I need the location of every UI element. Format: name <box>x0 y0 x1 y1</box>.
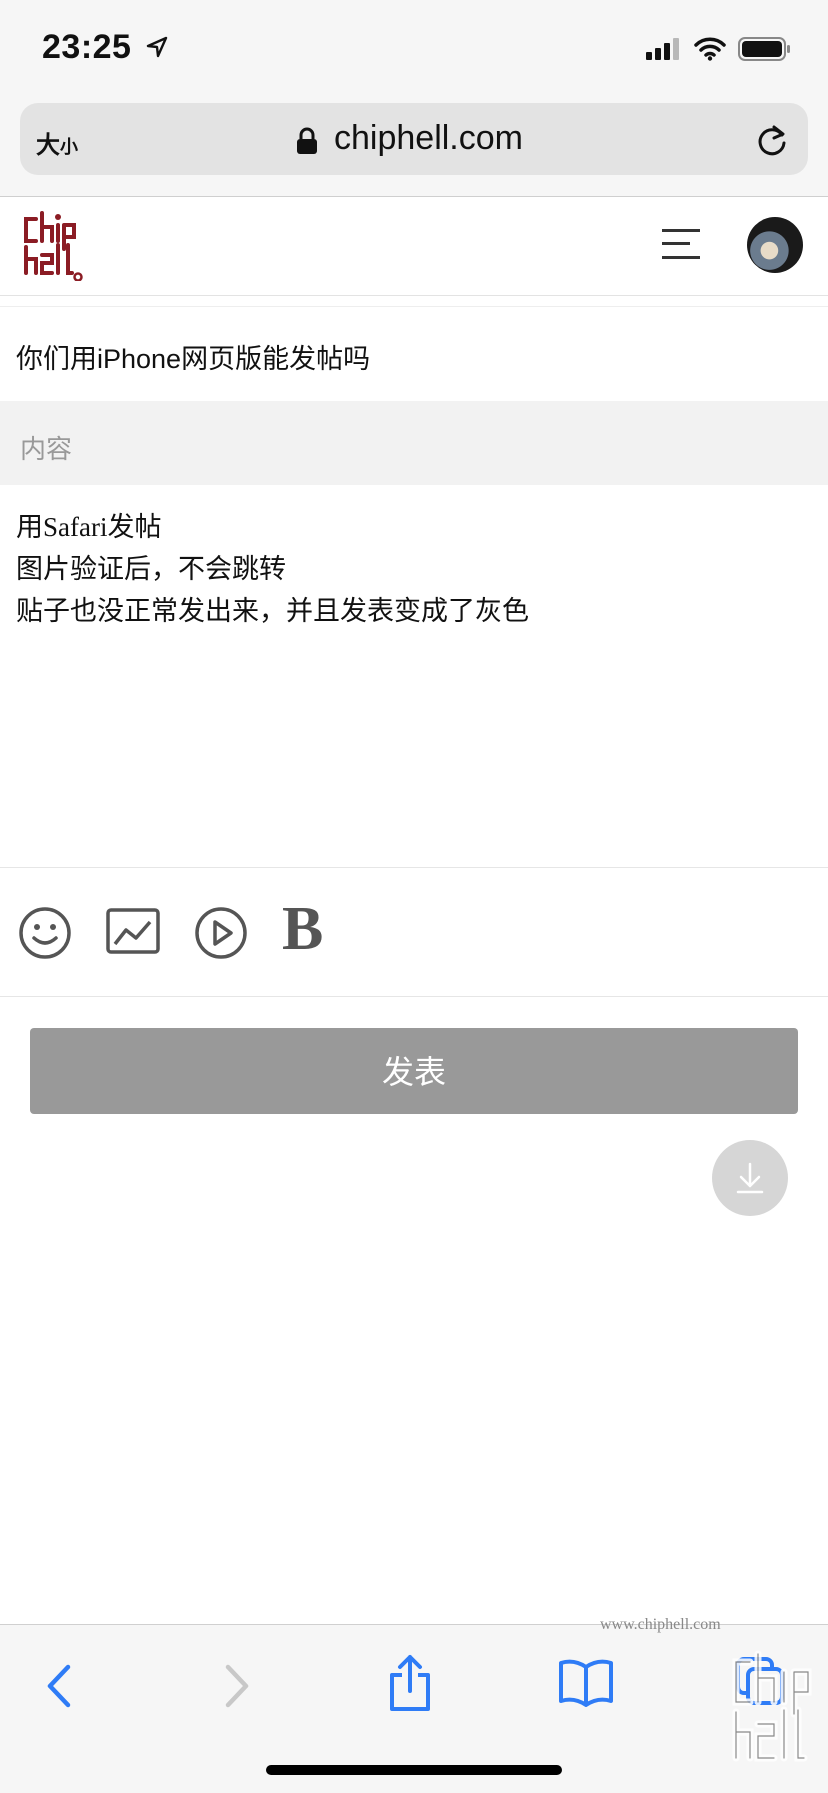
emoji-icon[interactable] <box>18 906 72 960</box>
watermark-text: www.chiphell.com <box>600 1616 721 1633</box>
status-time: 23:25 <box>42 28 132 66</box>
cellular-signal-icon <box>646 38 679 60</box>
content-label-row: 内容 <box>0 401 828 485</box>
share-icon[interactable] <box>386 1653 434 1713</box>
body-line: 用Safari发帖 <box>16 512 162 542</box>
lock-icon <box>297 127 317 154</box>
browser-bottom-toolbar <box>0 1624 828 1793</box>
body-line: 贴子也没正常发出来，并且发表变成了灰色 <box>16 596 529 626</box>
text-size-button[interactable]: 大小 <box>36 125 78 160</box>
user-avatar[interactable] <box>747 217 803 273</box>
content-label: 内容 <box>20 434 73 464</box>
submit-button[interactable]: 发表 <box>30 1028 798 1114</box>
back-icon[interactable] <box>40 1661 80 1711</box>
bookmarks-icon[interactable] <box>558 1657 614 1707</box>
video-play-icon[interactable] <box>194 906 248 960</box>
post-title: 你们用iPhone网页版能发帖吗 <box>16 344 371 374</box>
battery-icon <box>738 37 790 61</box>
forward-icon[interactable] <box>216 1661 256 1711</box>
image-icon[interactable] <box>106 906 160 956</box>
post-body-textarea[interactable]: 用Safari发帖 图片验证后，不会跳转 贴子也没正常发出来，并且发表变成了灰色 <box>0 485 828 868</box>
wifi-icon <box>694 37 726 61</box>
url-domain: chiphell.com <box>334 119 523 157</box>
address-bar[interactable]: 大小 chiphell.com <box>20 103 808 175</box>
body-line: 图片验证后，不会跳转 <box>16 554 286 584</box>
status-indicators <box>646 36 792 62</box>
editor-toolbar: B <box>0 868 828 997</box>
reload-icon[interactable] <box>754 123 790 159</box>
site-header <box>0 197 828 296</box>
home-indicator <box>266 1765 562 1775</box>
menu-icon[interactable] <box>662 227 700 261</box>
location-arrow-icon <box>146 36 168 58</box>
browser-address-area: 大小 chiphell.com <box>0 100 828 197</box>
watermark-logo <box>732 1650 812 1762</box>
download-icon <box>736 1162 764 1194</box>
download-button[interactable] <box>712 1140 788 1216</box>
post-title-field[interactable]: 你们用iPhone网页版能发帖吗 <box>0 306 828 402</box>
bold-button[interactable]: B <box>282 898 323 960</box>
status-bar: 23:25 <box>0 0 828 100</box>
chiphell-logo[interactable] <box>22 211 84 281</box>
